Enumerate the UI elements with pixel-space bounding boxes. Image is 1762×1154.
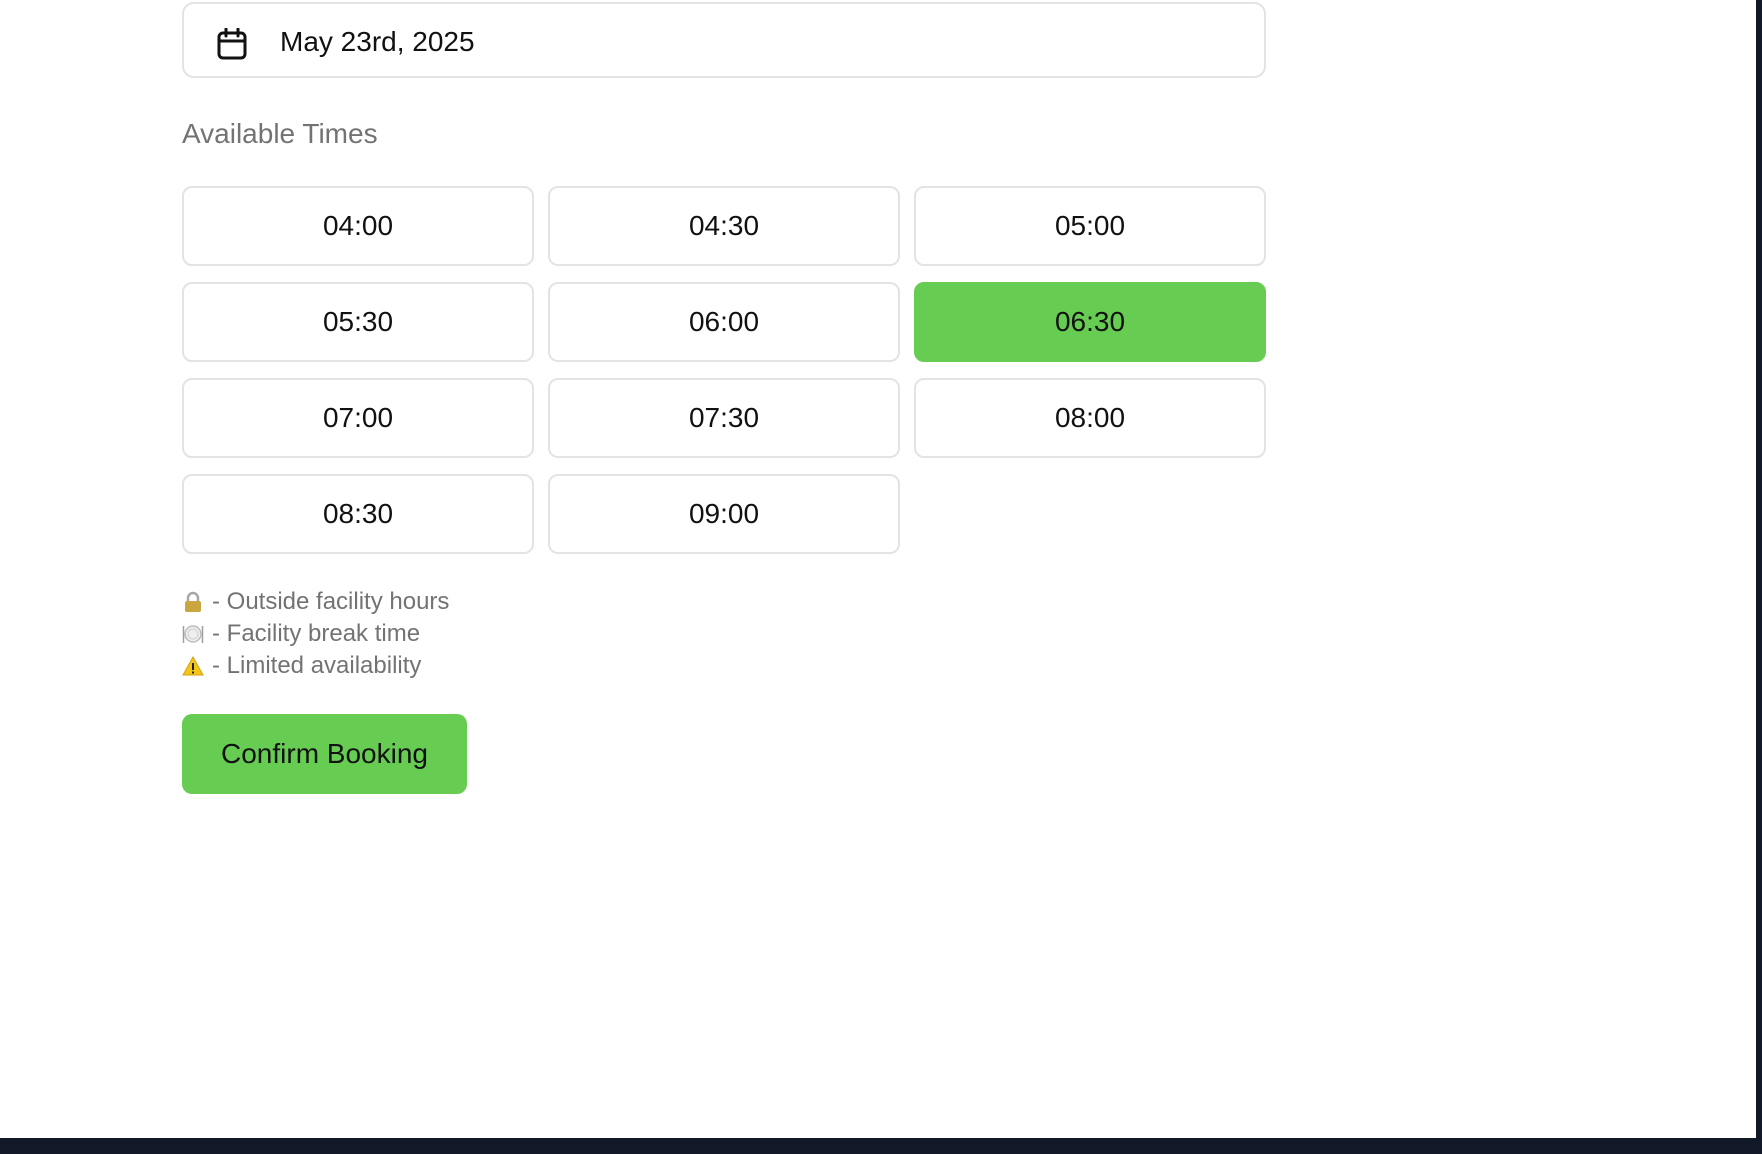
legend-item-break-time: - Facility break time — [182, 618, 449, 650]
legend-item-limited: - Limited availability — [182, 650, 449, 682]
legend-text: - Limited availability — [212, 652, 422, 679]
time-slot[interactable]: 08:00 — [914, 378, 1266, 458]
legend: - Outside facility hours - Facility brea… — [182, 586, 449, 682]
time-slot[interactable]: 06:30 — [914, 282, 1266, 362]
legend-text: - Outside facility hours — [212, 588, 450, 615]
warning-icon — [182, 655, 204, 676]
time-slot[interactable]: 04:00 — [182, 186, 534, 266]
legend-text: - Facility break time — [212, 620, 421, 647]
time-slot[interactable]: 09:00 — [548, 474, 900, 554]
time-slot[interactable]: 05:30 — [182, 282, 534, 362]
available-times-heading: Available Times — [182, 118, 378, 149]
time-slot[interactable]: 07:30 — [548, 378, 900, 458]
time-slot[interactable]: 06:00 — [548, 282, 900, 362]
confirm-booking-button[interactable]: Confirm Booking — [182, 714, 467, 794]
booking-page: May 23rd, 2025 Available Times 04:00 04:… — [0, 0, 1756, 1138]
time-slot-grid: 04:00 04:30 05:00 05:30 06:00 06:30 07:0… — [182, 186, 1266, 554]
plate-icon — [182, 625, 204, 643]
lock-icon — [185, 591, 201, 612]
time-slot[interactable]: 04:30 — [548, 186, 900, 266]
time-slot[interactable]: 08:30 — [182, 474, 534, 554]
time-slot[interactable]: 05:00 — [914, 186, 1266, 266]
calendar-icon — [217, 28, 247, 60]
time-slot[interactable]: 07:00 — [182, 378, 534, 458]
date-picker[interactable]: May 23rd, 2025 — [182, 2, 1266, 78]
legend-item-outside-hours: - Outside facility hours — [182, 586, 449, 618]
selected-date: May 23rd, 2025 — [280, 26, 475, 57]
